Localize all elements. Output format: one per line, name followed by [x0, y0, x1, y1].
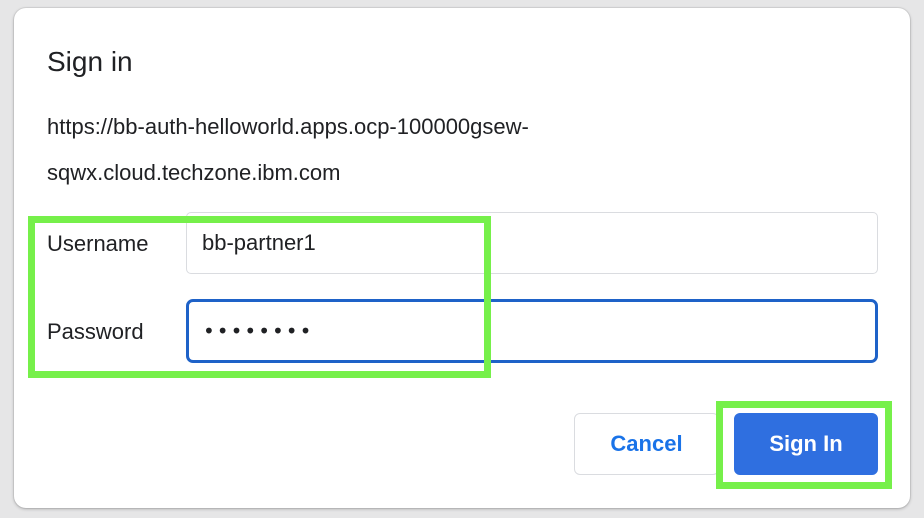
- username-label: Username: [47, 231, 149, 256]
- username-input[interactable]: [186, 212, 878, 274]
- dialog-title: Sign in: [47, 46, 133, 77]
- auth-url-line-2: sqwx.cloud.techzone.ibm.com: [47, 160, 341, 185]
- auth-url-line-1: https://bb-auth-helloworld.apps.ocp-1000…: [47, 114, 529, 139]
- password-label: Password: [47, 319, 144, 344]
- sign-in-button[interactable]: Sign In: [734, 413, 878, 475]
- cancel-button[interactable]: Cancel: [574, 413, 719, 475]
- password-input[interactable]: [186, 299, 878, 363]
- sign-in-dialog: Sign in https://bb-auth-helloworld.apps.…: [14, 8, 910, 508]
- auth-url: https://bb-auth-helloworld.apps.ocp-1000…: [47, 104, 667, 196]
